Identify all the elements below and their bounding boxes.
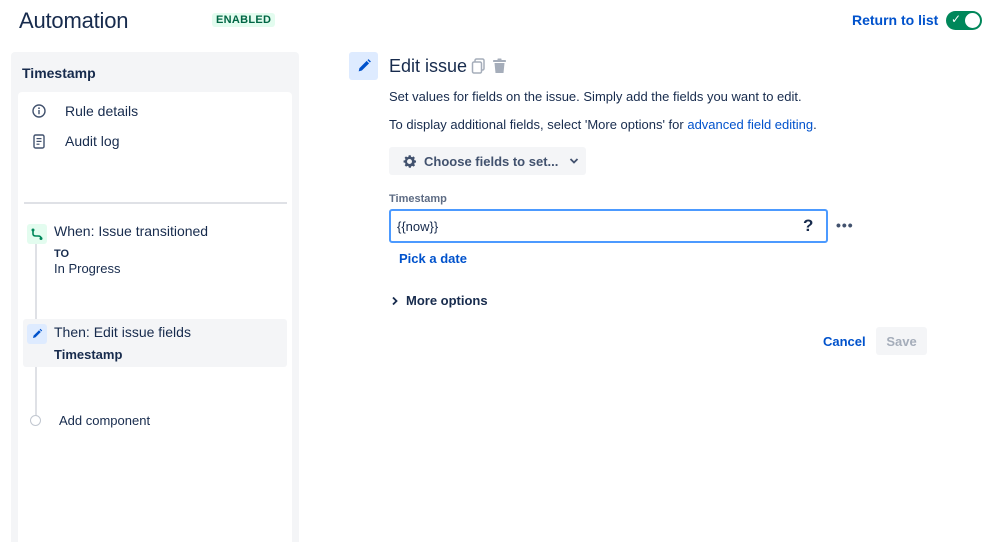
toggle-knob: [965, 13, 980, 28]
cancel-button[interactable]: Cancel: [815, 327, 874, 355]
trigger-keyword: TO: [54, 248, 70, 260]
pencil-icon: [27, 324, 47, 344]
info-icon: [30, 102, 48, 120]
sidebar-item-rule-details[interactable]: Rule details: [30, 102, 138, 120]
chevron-right-icon: [392, 296, 398, 306]
sidebar-title: Timestamp: [22, 65, 96, 81]
copy-icon[interactable]: [471, 58, 486, 79]
timestamp-field-label: Timestamp: [389, 193, 447, 205]
action-title: Then: Edit issue fields: [54, 324, 191, 340]
page-title: Automation: [19, 8, 129, 33]
return-to-list-link[interactable]: Return to list: [852, 12, 938, 28]
rule-sidebar: Timestamp Rule details Audit log When: I…: [11, 52, 299, 542]
transition-icon: [27, 224, 47, 244]
choose-fields-label: Choose fields to set...: [424, 153, 559, 169]
check-icon: ✓: [951, 12, 962, 26]
circle-icon: [30, 415, 41, 426]
status-badge: ENABLED: [212, 13, 276, 27]
sidebar-item-label: Audit log: [65, 133, 120, 149]
sidebar-item-label: Rule details: [65, 103, 139, 119]
pick-a-date-link[interactable]: Pick a date: [399, 251, 467, 266]
description-text: To display additional fields, select 'Mo…: [389, 117, 688, 132]
add-component-button[interactable]: Add component: [30, 413, 150, 428]
trigger-value: In Progress: [54, 261, 121, 276]
timestamp-input[interactable]: [389, 209, 828, 243]
document-icon: [30, 132, 48, 150]
trigger-title: When: Issue transitioned: [54, 223, 209, 239]
more-options-label: More options: [406, 293, 488, 308]
action-step[interactable]: Then: Edit issue fields Timestamp: [23, 319, 287, 367]
trash-icon[interactable]: [492, 58, 507, 79]
rule-enabled-toggle[interactable]: ✓: [946, 11, 982, 30]
save-button[interactable]: Save: [876, 327, 927, 355]
more-actions-icon[interactable]: •••: [836, 217, 854, 233]
component-title: Edit issue: [389, 56, 468, 76]
description-suffix: .: [813, 117, 817, 132]
sidebar-item-audit-log[interactable]: Audit log: [30, 132, 119, 150]
help-icon[interactable]: ?: [803, 216, 813, 236]
trigger-step[interactable]: When: Issue transitioned TO In Progress: [24, 223, 288, 284]
pencil-icon: [349, 52, 378, 80]
choose-fields-button[interactable]: Choose fields to set...: [389, 147, 586, 175]
gear-icon: [401, 153, 418, 170]
advanced-field-editing-link[interactable]: advanced field editing: [687, 117, 813, 132]
add-component-label: Add component: [59, 413, 151, 428]
action-subtitle: Timestamp: [54, 347, 123, 362]
sidebar-panel: Rule details Audit log When: Issue trans…: [18, 92, 292, 542]
chevron-down-icon: [569, 157, 579, 165]
component-description-2: To display additional fields, select 'Mo…: [389, 117, 817, 132]
divider: [24, 202, 287, 204]
component-description: Set values for fields on the issue. Simp…: [389, 89, 802, 104]
more-options-toggle[interactable]: More options: [392, 293, 488, 308]
